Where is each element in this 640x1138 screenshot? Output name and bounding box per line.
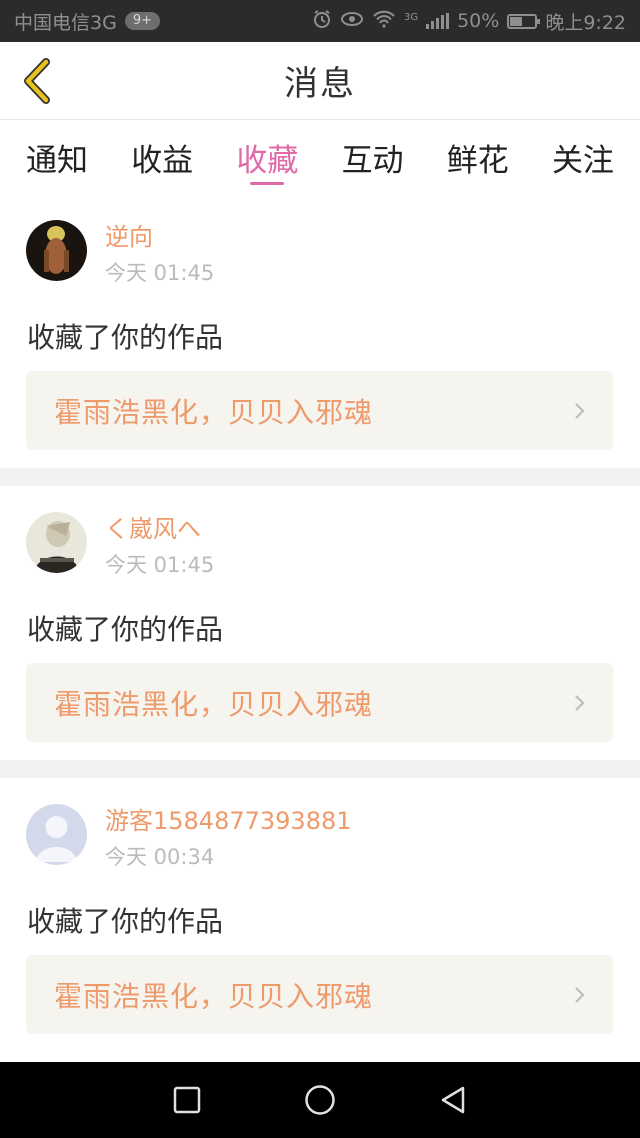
avatar[interactable] (26, 512, 87, 573)
username-link[interactable]: 游客1584877393881 (105, 806, 352, 836)
tab-label: 关注 (551, 143, 614, 179)
tab-flowers[interactable]: 鲜花 (447, 121, 509, 195)
tab-bar: 通知 收益 收藏 互动 鲜花 关注 (0, 121, 640, 195)
page-title: 消息 (284, 64, 356, 104)
active-tab-indicator (250, 182, 285, 185)
work-link[interactable]: 霍雨浩黑化，贝贝入邪魂 (26, 955, 613, 1034)
work-link[interactable]: 霍雨浩黑化，贝贝入邪魂 (26, 663, 613, 742)
triangle-back-icon (442, 1086, 465, 1114)
tab-label: 互动 (341, 143, 404, 179)
avatar[interactable] (26, 220, 87, 281)
battery-icon (507, 13, 541, 29)
chevron-right-icon (575, 987, 585, 1003)
action-text: 收藏了你的作品 (27, 321, 224, 354)
work-title: 霍雨浩黑化，贝贝入邪魂 (54, 979, 374, 1013)
tab-notifications[interactable]: 通知 (26, 121, 88, 195)
alarm-icon (312, 9, 332, 34)
signal-icon (426, 13, 450, 29)
work-link[interactable]: 霍雨浩黑化，贝贝入邪魂 (26, 371, 613, 450)
square-icon (173, 1086, 200, 1114)
divider (0, 760, 640, 778)
tab-label: 鲜花 (446, 143, 509, 179)
system-back-button[interactable] (428, 1075, 478, 1125)
wifi-icon (372, 10, 396, 33)
work-title: 霍雨浩黑化，贝贝入邪魂 (54, 395, 374, 429)
tab-earnings[interactable]: 收益 (131, 121, 193, 195)
carrier-label: 中国电信3G (14, 11, 117, 34)
timestamp: 今天 01:45 (105, 553, 215, 577)
network-type-label: 3G (403, 11, 419, 23)
work-title: 霍雨浩黑化，贝贝入邪魂 (54, 687, 374, 721)
tab-favorites[interactable]: 收藏 (236, 121, 298, 195)
tab-label: 收藏 (236, 143, 299, 179)
message-card: 逆向 今天 01:45 收藏了你的作品 霍雨浩黑化，贝贝入邪魂 (0, 196, 640, 468)
home-button[interactable] (295, 1075, 345, 1125)
tab-label: 通知 (26, 143, 88, 179)
app-header: 消息 (0, 42, 640, 120)
notification-badge: 9+ (124, 12, 160, 30)
chevron-right-icon (575, 403, 585, 419)
message-card: 游客1584877393881 今天 00:34 收藏了你的作品 霍雨浩黑化，贝… (0, 778, 640, 1062)
action-text: 收藏了你的作品 (27, 905, 224, 938)
timestamp: 今天 01:45 (105, 261, 215, 285)
username-link[interactable]: く崴风へ (105, 514, 214, 544)
eye-icon (340, 10, 364, 33)
message-card: く崴风へ 今天 01:45 收藏了你的作品 霍雨浩黑化，贝贝入邪魂 (0, 486, 640, 760)
clock: 晚上9:22 (545, 11, 626, 34)
back-button[interactable] (12, 56, 60, 106)
status-bar: 中国电信3G 9+ 3G 50% 晚上9:22 (0, 0, 640, 42)
circle-icon (305, 1085, 335, 1115)
battery-percent: 50% (457, 10, 500, 32)
chevron-right-icon (575, 695, 585, 711)
action-text: 收藏了你的作品 (27, 613, 224, 646)
tab-label: 收益 (131, 143, 194, 179)
avatar[interactable] (26, 804, 87, 865)
recent-apps-button[interactable] (162, 1075, 212, 1125)
system-nav-bar (0, 1062, 640, 1138)
tab-following[interactable]: 关注 (552, 121, 614, 195)
chevron-left-icon (24, 58, 50, 104)
username-link[interactable]: 逆向 (105, 222, 214, 252)
divider (0, 468, 640, 486)
timestamp: 今天 00:34 (105, 845, 215, 869)
tab-interactions[interactable]: 互动 (342, 121, 404, 195)
